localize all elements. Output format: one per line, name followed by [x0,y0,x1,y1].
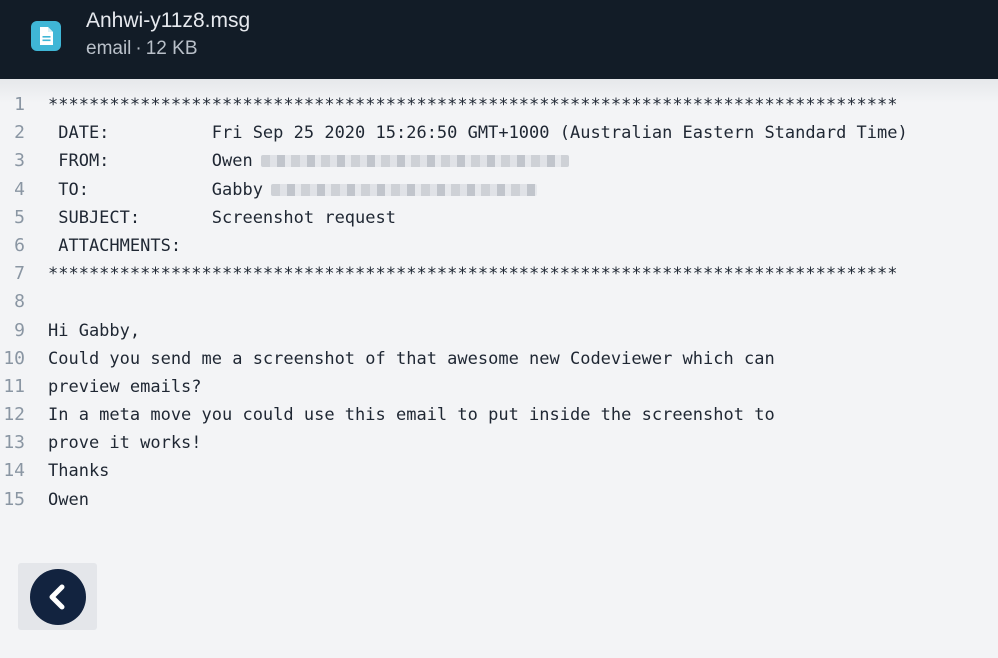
line-content: ****************************************… [48,95,898,115]
line-content: DATE: Fri Sep 25 2020 15:26:50 GMT+1000 … [48,123,908,144]
file-header: Anhwi-y11z8.msg email · 12 KB [0,0,998,79]
line-number: 15 [3,488,25,510]
line-content: Owen [48,489,89,510]
line-content: TO: Gabby [48,179,263,200]
line-number: 3 [14,150,25,172]
code-line: 8 [0,288,998,316]
code-line: 9 Hi Gabby, [0,317,998,345]
redacted-email-address [270,183,537,196]
line-number: 13 [3,432,25,454]
line-content: SUBJECT: Screenshot request [48,207,396,228]
line-number: 2 [14,122,25,144]
line-number: 8 [14,291,25,313]
line-text: ATTACHMENTS: [48,232,181,260]
code-line: 6 ATTACHMENTS: [0,232,998,260]
line-text: TO: Gabby [48,176,537,204]
line-number: 1 [14,94,25,115]
line-text: Hi Gabby, [48,317,140,345]
line-text: DATE: Fri Sep 25 2020 15:26:50 GMT+1000 … [48,119,908,147]
line-text: preview emails? [48,373,202,401]
line-number: 14 [3,460,25,482]
line-text: In a meta move you could use this email … [48,401,775,429]
back-button[interactable] [30,569,86,625]
code-line: 3 FROM: Owen [0,147,998,175]
line-content: prove it works! [48,433,202,454]
code-line: 1 ***************************************… [0,91,998,119]
line-content: Thanks [48,461,110,482]
line-text: prove it works! [48,429,202,457]
line-text: FROM: Owen [48,147,569,175]
file-size: 12 KB [145,38,198,59]
meta-separator: · [135,38,142,59]
file-name: Anhwi-y11z8.msg [86,9,251,32]
line-content: FROM: Owen [48,151,253,172]
line-number: 7 [14,263,25,285]
line-text: Thanks [48,457,109,485]
chevron-left-icon [49,584,65,610]
file-document-icon [31,21,61,51]
line-text: SUBJECT: Screenshot request [48,204,396,232]
line-content: ATTACHMENTS: [48,235,182,256]
line-content: preview emails? [48,376,202,397]
line-content: Could you send me a screenshot of that a… [48,348,775,369]
code-line: 4 TO: Gabby [0,176,998,204]
code-line: 5 SUBJECT: Screenshot request [0,204,998,232]
line-content: In a meta move you could use this email … [48,405,775,426]
line-text: Could you send me a screenshot of that a… [48,345,775,373]
redacted-email-address [260,155,569,168]
line-content: Hi Gabby, [48,320,141,341]
file-type: email [86,38,132,59]
code-line: 11 preview emails? [0,373,998,401]
code-line: 15 Owen [0,486,998,514]
line-number: 6 [14,234,25,256]
code-line: 12 In a meta move you could use this emai… [0,401,998,429]
line-text: Owen [48,486,89,514]
file-meta: email · 12 KB [86,38,198,60]
code-viewer: 1 ***************************************… [0,91,998,514]
code-line: 13 prove it works! [0,429,998,457]
line-number: 12 [3,404,25,426]
code-line: 7 ***************************************… [0,260,998,288]
code-line: 10 Could you send me a screenshot of that… [0,345,998,373]
line-number: 11 [3,375,25,397]
line-number: 5 [14,206,25,228]
back-button-container [18,563,97,630]
code-line: 14 Thanks [0,457,998,485]
line-number: 10 [3,347,25,369]
code-line: 2 DATE: Fri Sep 25 2020 15:26:50 GMT+100… [0,119,998,147]
line-content: ****************************************… [48,264,898,285]
line-text: ****************************************… [48,260,898,288]
line-text: ****************************************… [48,91,898,119]
line-number: 4 [14,178,25,200]
line-number: 9 [14,319,25,341]
